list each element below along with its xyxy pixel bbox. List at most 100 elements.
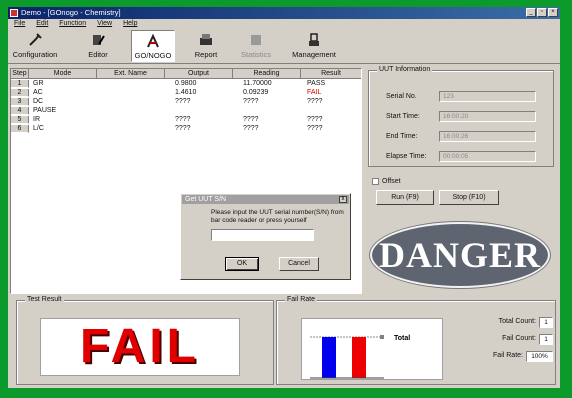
menu-file[interactable]: File [14, 19, 25, 29]
pass-bar [322, 337, 336, 378]
step-cell: 4 [11, 107, 29, 115]
menu-bar: File Edit Function View Help [8, 19, 560, 29]
menu-view[interactable]: View [97, 19, 112, 29]
output-cell: ???? [175, 116, 191, 123]
dialog-message: Please input the UUT serial number(S/N) … [211, 209, 344, 224]
mode-cell: GR [33, 80, 44, 87]
elapse-time-field: 00:00:05 [439, 151, 536, 162]
window-title: Demo - [GOnogo - Chemistry] [21, 8, 121, 17]
column-header-reading[interactable]: Reading [233, 69, 301, 79]
step-cell: 5 [11, 116, 29, 124]
mode-cell: DC [33, 98, 44, 105]
step-cell: 3 [11, 98, 29, 106]
dialog-close-button[interactable]: x [339, 196, 347, 203]
start-time-field: 16:00:20 [439, 111, 536, 122]
reading-cell: ???? [243, 98, 259, 105]
test-result-value: FAIL [80, 320, 200, 373]
toolbar-configuration-button[interactable]: Configuration [10, 30, 60, 62]
test-result-display: FAIL [40, 318, 240, 376]
toolbar-statistics-button[interactable]: Statistics [236, 30, 276, 62]
app-icon [10, 9, 18, 17]
elapse-time-label: Elapse Time: [386, 153, 427, 160]
step-cell: 2 [11, 89, 29, 97]
mode-cell: L/C [33, 125, 44, 132]
end-time-label: End Time: [386, 133, 418, 140]
fail-bar [352, 337, 366, 378]
fail-rate-value: 100% [526, 351, 553, 362]
serial-number-input[interactable] [211, 229, 314, 241]
reading-cell: 11.70000 [243, 80, 272, 87]
reading-cell: ???? [243, 125, 259, 132]
run-button[interactable]: Run (F9) [376, 190, 434, 205]
total-count-value: 1 [539, 317, 553, 328]
table-header: Step Mode Ext. Name Output Reading Resul… [11, 69, 361, 79]
dialog-title: Get UUT S/N [185, 196, 227, 203]
column-header-mode[interactable]: Mode [29, 69, 97, 79]
toolbar-gonogo-button[interactable]: GO/NOGO [131, 30, 175, 62]
toolbar-report-button[interactable]: Report [188, 30, 224, 62]
mode-cell: IR [33, 116, 40, 123]
output-cell: 1.4610 [175, 89, 197, 96]
management-icon [309, 33, 319, 46]
fail-rate-chart-svg: Total [310, 335, 410, 379]
output-cell: ???? [175, 125, 191, 132]
table-row[interactable]: 5 IR ???? ???? ???? [11, 116, 361, 124]
table-row[interactable]: 1 GR 0.9800 11.70000 PASS [11, 80, 361, 88]
toolbar-configuration-label: Configuration [12, 50, 58, 59]
dialog-ok-button[interactable]: OK [225, 257, 259, 271]
offset-checkbox[interactable] [372, 178, 379, 185]
column-header-result[interactable]: Result [301, 69, 361, 79]
close-button[interactable]: × [548, 8, 558, 17]
minimize-button[interactable]: _ [526, 8, 536, 17]
edit-icon [93, 35, 105, 45]
dialog-cancel-button[interactable]: Cancel [279, 257, 319, 271]
column-header-ext-name[interactable]: Ext. Name [97, 69, 165, 79]
uut-information-group: UUT Information Serial No. 123 Start Tim… [368, 66, 554, 167]
end-time-field: 16:00:26 [439, 131, 536, 142]
stop-button[interactable]: Stop (F10) [439, 190, 499, 205]
step-cell: 1 [11, 80, 29, 88]
dialog-title-bar: Get UUT S/N x [182, 195, 349, 204]
fail-rate-chart: Total [301, 318, 443, 380]
fail-rate-legend: Fail Rate [285, 296, 318, 303]
mode-cell: AC [33, 89, 43, 96]
application-window: Demo - [GOnogo - Chemistry] _ ▫ × File E… [8, 7, 560, 388]
gonogo-icon [147, 33, 159, 48]
total-count-label: Total Count: [498, 318, 536, 325]
result-cell: ???? [307, 98, 323, 105]
mode-cell: PAUSE [33, 107, 57, 114]
result-cell: ???? [307, 125, 323, 132]
toolbar-gonogo-label: GO/NOGO [134, 51, 172, 60]
fail-count-value: 1 [539, 334, 553, 345]
table-row[interactable]: 4 PAUSE [11, 107, 361, 115]
restore-button[interactable]: ▫ [537, 8, 547, 17]
column-header-step[interactable]: Step [11, 69, 29, 79]
table-row[interactable]: 6 L/C ???? ???? ???? [11, 125, 361, 133]
table-row[interactable]: 2 AC 1.4610 0.09239 FAIL [11, 89, 361, 97]
menu-help[interactable]: Help [123, 19, 137, 29]
step-cell: 6 [11, 125, 29, 133]
menu-edit[interactable]: Edit [36, 19, 48, 29]
offset-label: Offset [382, 178, 401, 185]
printer-icon [200, 34, 212, 45]
toolbar-statistics-label: Statistics [240, 50, 271, 59]
chart-total-label: Total [394, 335, 410, 342]
reading-cell: ???? [243, 116, 259, 123]
result-cell: PASS [307, 80, 326, 87]
table-row[interactable]: 3 DC ???? ???? ???? [11, 98, 361, 106]
fail-count-label: Fail Count: [502, 335, 536, 342]
fail-rate-label: Fail Rate: [493, 352, 523, 359]
title-bar: Demo - [GOnogo - Chemistry] _ ▫ × [8, 7, 560, 19]
chart-legend-swatch [380, 335, 384, 339]
test-result-legend: Test Result [25, 296, 64, 303]
toolbar-report-label: Report [194, 50, 218, 59]
statistics-icon [251, 35, 261, 45]
toolbar-editor-button[interactable]: Editor [80, 30, 116, 62]
result-cell: ???? [307, 116, 323, 123]
menu-function[interactable]: Function [59, 19, 86, 29]
toolbar-management-button[interactable]: Management [288, 30, 340, 62]
column-header-output[interactable]: Output [165, 69, 233, 79]
output-cell: ???? [175, 98, 191, 105]
serial-no-label: Serial No. [386, 93, 417, 100]
get-uut-sn-dialog: Get UUT S/N x Please input the UUT seria… [180, 193, 351, 280]
